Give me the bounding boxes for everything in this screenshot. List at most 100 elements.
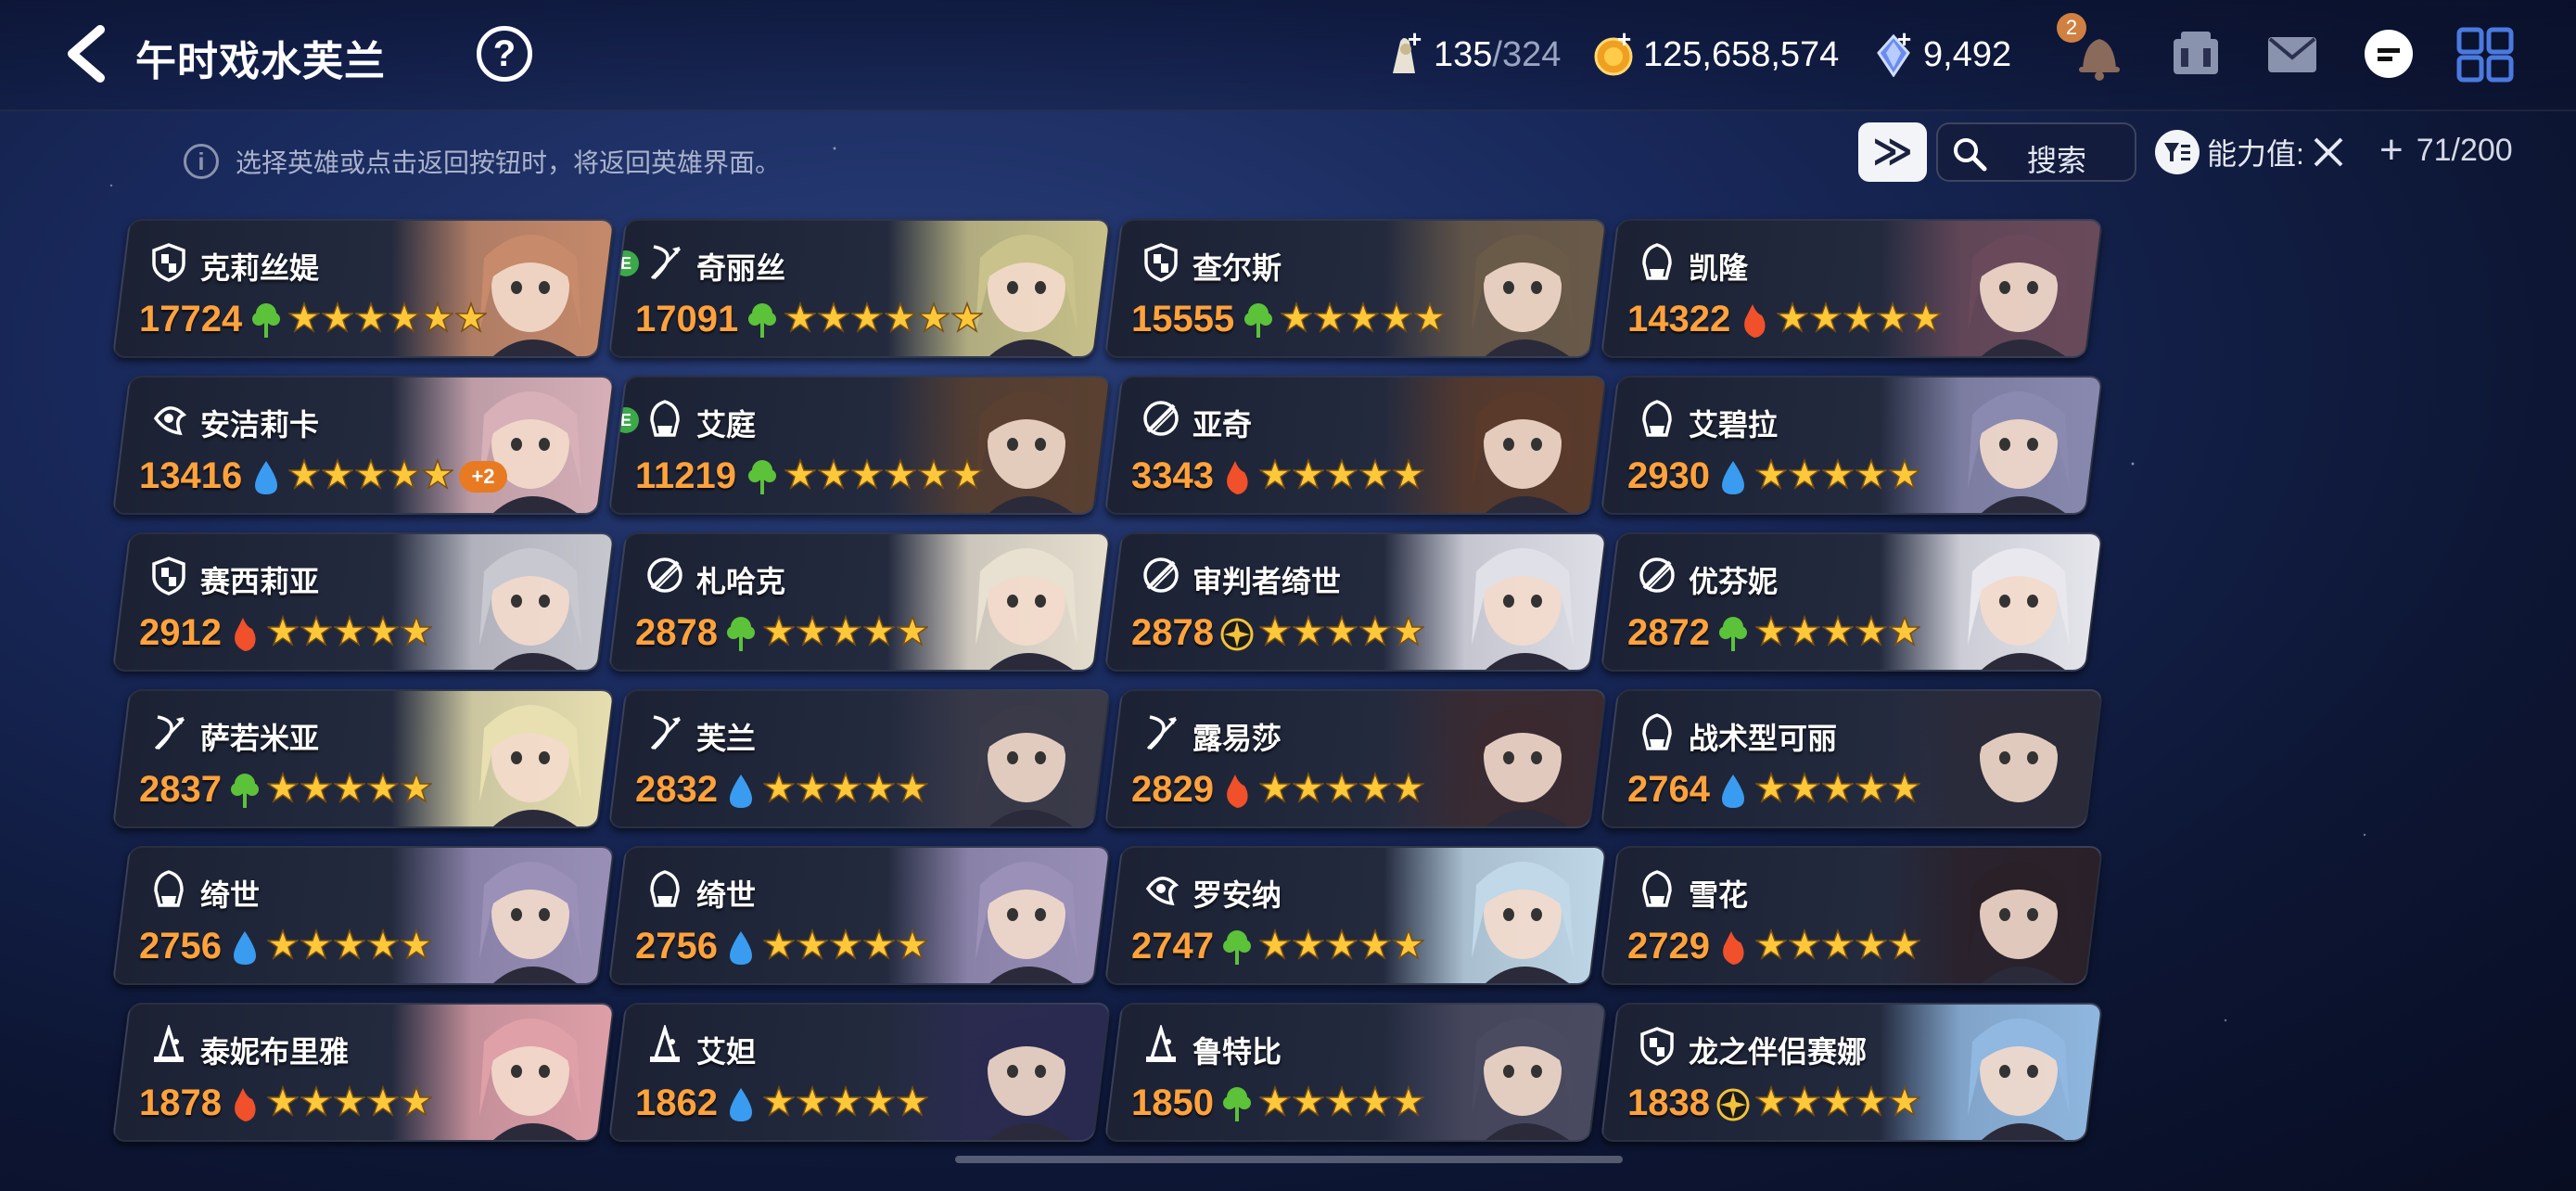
hero-card[interactable]: 艾碧拉 2930 [1600,376,2104,515]
hero-card[interactable]: 艾妲 1862 [607,1003,1112,1142]
help-button[interactable]: ? [477,26,532,82]
hall-icon[interactable] [2166,26,2225,83]
earth-element-icon [1242,301,1275,339]
awaken-plus-badge: +2 [459,461,507,493]
fire-element-icon [1220,457,1254,496]
hero-card[interactable]: 龙之伴侣赛娜 1838 [1600,1003,2104,1142]
hero-count[interactable]: + 71/200 [2379,130,2513,171]
hero-card[interactable]: 安洁莉卡 13416 +2 [111,376,616,515]
star-icon [818,457,849,490]
fast-forward-button[interactable]: ≫ [1858,122,1927,182]
star-icon [1326,457,1358,490]
gold-counter[interactable]: + 125,658,574 [1593,25,1840,78]
hero-portrait [391,691,616,826]
crystal-counter[interactable]: + 9,492 [1873,25,2011,78]
star-rating [763,771,930,804]
fire-element-icon [1738,301,1771,339]
star-icon [784,301,816,333]
hero-card[interactable]: 札哈克 2878 [607,532,1112,672]
water-element-icon [1716,457,1750,496]
star-icon [455,301,487,333]
hero-card[interactable]: 罗安纳 2747 [1103,846,1608,985]
hero-card[interactable]: 亚奇 3343 [1103,376,1608,515]
star-icon [300,1084,332,1117]
stamina-icon: + [1384,25,1424,77]
star-icon [1393,928,1424,960]
hero-name: 艾庭 [696,408,757,442]
hero-portrait [1880,848,2104,983]
star-icon [1359,457,1391,490]
earth-element-icon [724,614,758,653]
gold-value: 125,658,574 [1643,34,1840,74]
earth-element-icon [1716,614,1750,653]
hero-card[interactable]: 萨若米亚 2837 [111,689,616,828]
star-icon [951,457,983,490]
hero-card[interactable]: 查尔斯 15555 [1103,219,1608,358]
star-icon [1359,771,1391,803]
menu-grid-icon[interactable] [2455,26,2515,83]
hero-card[interactable]: 优芬妮 2872 [1600,532,2104,672]
star-icon [1393,771,1424,803]
star-icon [830,928,861,960]
sort-label: 能力值: [2207,137,2304,171]
star-icon [1326,614,1358,647]
star-icon [1789,928,1820,960]
hero-card[interactable]: 鲁特比 1850 [1103,1003,1608,1142]
hero-card[interactable]: 绮世 2756 [607,846,1112,985]
hero-name: 奇丽丝 [696,251,786,285]
hero-card[interactable]: 雪花 2729 [1600,846,2104,985]
star-icon [763,1084,795,1117]
hero-card[interactable]: E 艾庭 11219 [607,376,1112,515]
stamina-counter[interactable]: + 135/324 [1384,25,1562,78]
star-icon [401,928,432,960]
chat-icon[interactable] [2359,26,2418,83]
star-icon [1281,301,1312,333]
hero-name: 罗安纳 [1192,878,1282,912]
scroll-indicator[interactable] [955,1156,1623,1163]
fire-element-icon [228,614,261,653]
knight-class-icon [148,555,189,596]
back-arrow-icon[interactable] [59,24,111,83]
hero-portrait [1384,848,1608,983]
hero-card[interactable]: 泰妮布里雅 1878 [111,1003,616,1142]
star-icon [1777,301,1808,333]
star-icon [1822,614,1854,647]
star-icon [863,614,895,647]
hero-portrait [887,848,1112,983]
star-icon [1789,771,1820,803]
hero-power: 2930 [1627,455,1710,496]
star-icon [1822,928,1854,960]
search-box[interactable]: 搜索 [1936,122,2136,182]
crossed-swords-icon [2314,137,2343,167]
hero-card[interactable]: 绮世 2756 [111,846,616,985]
star-icon [1910,301,1942,333]
hero-card[interactable]: E 奇丽丝 17091 [607,219,1112,358]
hero-card[interactable]: 赛西莉亚 2912 [111,532,616,672]
star-icon [288,301,320,333]
hero-portrait [391,848,616,983]
star-icon [367,928,399,960]
star-icon [355,457,387,490]
star-icon [1359,614,1391,647]
star-icon [885,457,916,490]
hero-name: 札哈克 [696,565,786,598]
star-icon [1326,928,1358,960]
hero-card[interactable]: 凯隆 14322 [1600,219,2104,358]
star-icon [918,457,950,490]
hero-name: 安洁莉卡 [200,408,320,442]
hero-card[interactable]: 克莉丝媞 17724 [111,219,616,358]
hero-card[interactable]: 审判者绮世 2878 [1103,532,1608,672]
healer-class-icon [148,398,189,439]
sort-filter[interactable]: 能力值: [2155,130,2347,174]
stamina-max: /324 [1492,34,1562,74]
hero-card[interactable]: 战术型可丽 2764 [1600,689,2104,828]
hero-card[interactable]: 芙兰 2832 [607,689,1112,828]
mail-icon[interactable] [2263,26,2322,83]
hero-power: 1850 [1131,1082,1214,1123]
warrior-class-icon [1141,398,1181,439]
water-element-icon [1716,771,1750,810]
hero-card[interactable]: 露易莎 2829 [1103,689,1608,828]
star-icon [1843,301,1875,333]
star-icon [951,301,983,333]
ranger-class-icon [148,711,189,752]
